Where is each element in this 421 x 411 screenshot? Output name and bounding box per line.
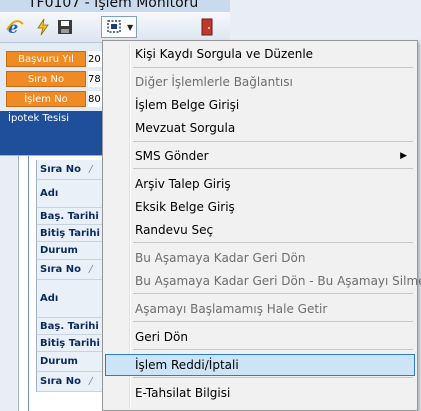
grid-row-label[interactable]: Adı <box>36 280 103 318</box>
menu-item-label: SMS Gönder <box>135 149 209 163</box>
grid-row-label[interactable]: Durum <box>36 242 103 260</box>
info-panel: Başvuru Yıl 20 Sıra No 78 İşlem No 80 İp… <box>0 43 103 156</box>
toolbar: e ▼ <box>0 12 230 43</box>
save-icon[interactable] <box>56 18 74 36</box>
data-grid: Sıra No / Adı Baş. Tarihi Bitiş Tarihi Durum S… <box>0 156 103 411</box>
menu-item-label: İşlem Belge Girişi <box>135 98 240 112</box>
menu-separator <box>133 242 413 243</box>
chevron-down-icon: ▼ <box>127 23 134 32</box>
grid-row-text: Sıra No <box>40 264 82 275</box>
islem-no-label: İşlem No <box>6 91 86 107</box>
menu-separator <box>133 349 413 350</box>
menu-item-asamayi-baslamamis-hale-getir[interactable]: Aşamayı Başlamamış Hale Getir <box>105 298 415 320</box>
menu-grid-icon[interactable]: ▼ <box>101 16 137 38</box>
grid-row-text: Bitiş Tarihi <box>40 227 100 239</box>
basvuru-yil-label: Başvuru Yıl <box>6 51 86 67</box>
ipotek-tesisi-header: İpotek Tesisi <box>0 111 103 155</box>
menu-item-label: Kişi Kaydı Sorgula ve Düzenle <box>135 47 314 61</box>
menu-item-kisi-kaydi-sorgula-ve-duzenle[interactable]: Kişi Kaydı Sorgula ve Düzenle <box>105 43 415 65</box>
grid-row-label[interactable]: Baş. Tarihi <box>36 208 103 225</box>
menu-separator <box>133 141 413 142</box>
chevron-right-icon: ▶ <box>400 151 407 161</box>
grid-row-label[interactable]: Durum <box>36 352 103 372</box>
grid-row-text: Baş. Tarihi <box>40 320 99 332</box>
menu-item-diger-islemlerle-baglantisi[interactable]: Diğer İşlemlerle Bağlantısı <box>105 71 415 93</box>
menu-separator <box>133 168 413 169</box>
menu-item-bu-asamaya-kadar-geri-don[interactable]: Bu Aşamaya Kadar Geri Dön <box>105 247 415 269</box>
menu-item-randevu-sec[interactable]: Randevu Seç <box>105 219 415 241</box>
menu-item-arsiv-talep-giris[interactable]: Arşiv Talep Giriş <box>105 173 415 195</box>
sira-no-value[interactable]: 78 <box>88 71 103 87</box>
grid-row-label[interactable]: Bitiş Tarihi <box>36 225 103 242</box>
grid-row-text: Durum <box>40 245 78 256</box>
lightning-icon[interactable] <box>34 18 52 36</box>
sort-indicator: / <box>89 376 93 387</box>
menu-separator <box>133 293 413 294</box>
menu-item-islem-belge-girisi[interactable]: İşlem Belge Girişi <box>105 94 415 116</box>
menu-item-label: Bu Aşamaya Kadar Geri Dön - Bu Aşamayı S… <box>135 274 421 288</box>
menu-item-label: Mevzuat Sorgula <box>135 121 236 135</box>
menu-item-label: Bu Aşamaya Kadar Geri Dön <box>135 251 306 265</box>
sort-indicator: / <box>89 164 93 175</box>
grid-divider <box>28 156 29 411</box>
menu-item-e-tahsilat-bilgisi[interactable]: E-Tahsilat Bilgisi <box>105 382 415 404</box>
grid-row-label[interactable]: Baş. Tarihi <box>36 318 103 335</box>
grid-row-text: Durum <box>40 356 78 367</box>
menu-item-label: E-Tahsilat Bilgisi <box>135 386 231 400</box>
menu-item-label: Randevu Seç <box>135 223 214 237</box>
menu-item-label: Diğer İşlemlerle Bağlantısı <box>135 75 293 89</box>
menu-item-label: Geri Dön <box>135 330 188 344</box>
grid-row-text: Bitiş Tarihi <box>40 337 100 349</box>
menu-item-bu-asamaya-kadar-geri-don-bu-asamayi-silme[interactable]: Bu Aşamaya Kadar Geri Dön - Bu Aşamayı S… <box>105 270 421 292</box>
menu-separator <box>133 321 413 322</box>
window-title: TF0107 - İşlem Monitörü <box>28 0 199 11</box>
grid-row-label[interactable]: Sıra No / <box>36 160 103 180</box>
grid-row-text: Adı <box>40 293 59 304</box>
grid-row-label[interactable]: Sıra No / <box>36 260 103 280</box>
grid-row-text: Sıra No <box>40 164 82 175</box>
sort-indicator: / <box>89 264 93 275</box>
ie-icon[interactable]: e <box>6 18 24 36</box>
grid-row-text: Baş. Tarihi <box>40 210 99 222</box>
menu-item-mevzuat-sorgula[interactable]: Mevzuat Sorgula <box>105 117 415 139</box>
grid-row-label[interactable]: Bitiş Tarihi <box>36 335 103 352</box>
grid-row-indicator <box>0 156 19 411</box>
menu-item-label: Arşiv Talep Giriş <box>135 177 231 191</box>
grid-row-label[interactable]: Sıra No / <box>36 372 103 392</box>
window-titlebar: TF0107 - İşlem Monitörü <box>0 0 230 12</box>
grid-row-label[interactable]: Adı <box>36 180 103 208</box>
islem-no-value[interactable]: 80 <box>88 91 103 107</box>
sira-no-label: Sıra No <box>6 71 86 87</box>
menu-item-geri-don[interactable]: Geri Dön <box>105 326 415 348</box>
grid-row-text: Sıra No <box>40 376 82 387</box>
menu-separator <box>133 377 413 378</box>
menu-item-label: Aşamayı Başlamamış Hale Getir <box>135 302 328 316</box>
menu-item-islem-reddi-iptali[interactable]: İşlem Reddi/İptali <box>105 354 415 376</box>
door-icon[interactable] <box>198 18 216 36</box>
context-menu: Kişi Kaydı Sorgula ve Düzenle Diğer İşlem… <box>102 40 421 411</box>
menu-item-eksik-belge-giris[interactable]: Eksik Belge Giriş <box>105 196 415 218</box>
grid-row-text: Adı <box>40 188 59 199</box>
menu-separator <box>133 67 413 68</box>
menu-item-sms-gonder[interactable]: SMS Gönder ▶ <box>105 145 415 167</box>
basvuru-yil-value[interactable]: 20 <box>88 51 103 67</box>
menu-item-label: Eksik Belge Giriş <box>135 200 235 214</box>
menu-item-label: İşlem Reddi/İptali <box>135 358 239 372</box>
